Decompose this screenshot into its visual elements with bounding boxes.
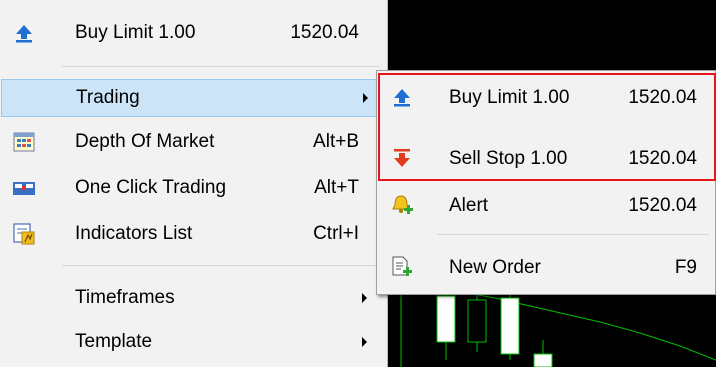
menu-item-label: Template — [75, 331, 153, 352]
submenu-item-label: Alert — [449, 195, 489, 216]
menu-item-depth-of-market[interactable]: Depth Of Market Alt+B — [0, 123, 387, 161]
moving-average-line — [461, 291, 716, 361]
candle-body — [500, 297, 520, 355]
indicators-list-icon — [13, 223, 35, 245]
menu-separator — [62, 66, 380, 67]
alert-bell-icon — [391, 194, 413, 216]
trading-submenu: Buy Limit 1.00 1520.04 Sell Stop 1.00 15… — [376, 70, 716, 295]
submenu-item-label: Sell Stop 1.00 — [449, 148, 568, 169]
submenu-item-alert[interactable]: Alert 1520.04 — [377, 185, 715, 225]
depth-of-market-icon — [13, 131, 35, 153]
menu-item-timeframes[interactable]: Timeframes — [0, 279, 387, 317]
one-click-trading-icon — [13, 177, 35, 199]
menu-item-shortcut: Alt+B — [313, 131, 359, 152]
screenshot-stage: Buy Limit 1.00 1520.04 Trading Depth Of … — [0, 0, 716, 367]
submenu-item-sell-stop[interactable]: Sell Stop 1.00 1520.04 — [377, 138, 715, 178]
submenu-item-price: 1520.04 — [628, 195, 697, 216]
buy-arrow-icon — [13, 22, 35, 44]
menu-item-shortcut: Ctrl+I — [313, 223, 359, 244]
candle-body — [467, 299, 487, 343]
menu-item-price: 1520.04 — [290, 22, 359, 43]
menu-item-one-click-trading[interactable]: One Click Trading Alt+T — [0, 169, 387, 207]
menu-item-label: Buy Limit 1.00 — [75, 22, 196, 43]
submenu-item-new-order[interactable]: New Order F9 — [377, 247, 715, 287]
sell-arrow-icon — [391, 147, 413, 169]
menu-item-label: One Click Trading — [75, 177, 227, 198]
menu-item-label: Timeframes — [75, 287, 175, 308]
submenu-arrow-icon — [363, 93, 368, 103]
menu-item-indicators-list[interactable]: Indicators List Ctrl+I — [0, 215, 387, 253]
submenu-item-label: Buy Limit 1.00 — [449, 87, 570, 108]
submenu-item-shortcut: F9 — [674, 257, 697, 278]
submenu-item-price: 1520.04 — [628, 148, 697, 169]
submenu-arrow-icon — [362, 337, 367, 347]
menu-item-template[interactable]: Template — [0, 323, 387, 361]
submenu-item-price: 1520.04 — [628, 87, 697, 108]
submenu-item-buy-limit[interactable]: Buy Limit 1.00 1520.04 — [377, 77, 715, 117]
menu-separator — [62, 265, 380, 266]
chart-context-menu: Buy Limit 1.00 1520.04 Trading Depth Of … — [0, 0, 388, 367]
candle-body — [436, 295, 456, 343]
menu-item-trading[interactable]: Trading — [1, 79, 386, 117]
candle-body — [533, 353, 553, 367]
submenu-item-label: New Order — [449, 257, 541, 278]
menu-item-shortcut: Alt+T — [314, 177, 359, 198]
submenu-arrow-icon — [362, 293, 367, 303]
menu-separator — [437, 234, 709, 235]
menu-item-label: Trading — [76, 87, 140, 108]
buy-arrow-icon — [391, 86, 413, 108]
menu-item-label: Indicators List — [75, 223, 193, 244]
menu-item-label: Depth Of Market — [75, 131, 215, 152]
new-order-icon — [391, 256, 413, 278]
menu-item-buy-limit[interactable]: Buy Limit 1.00 1520.04 — [0, 14, 387, 52]
